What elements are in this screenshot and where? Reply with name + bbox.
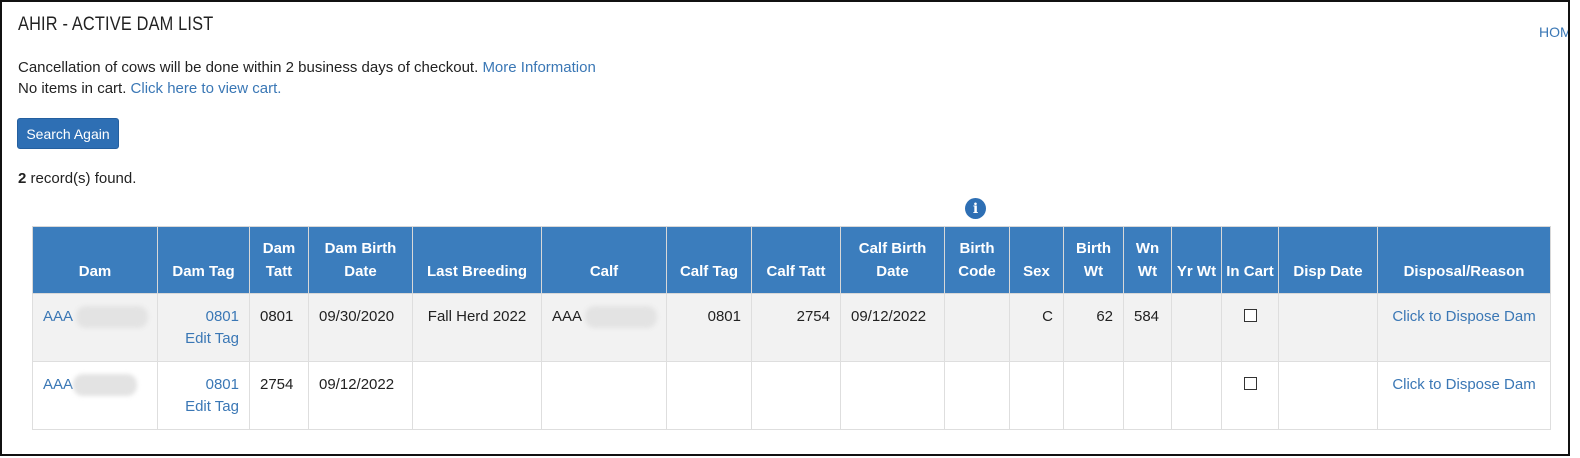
calf-prefix: AAA — [552, 308, 582, 325]
home-link[interactable]: HOME — [1539, 24, 1568, 40]
col-header-disp-date[interactable]: Disp Date — [1278, 226, 1378, 294]
table-row: AAA 0801 Edit Tag 2754 09/12/2022 Click t… — [32, 361, 1551, 430]
dam-tatt-cell: 2754 — [249, 361, 309, 430]
col-header-dam[interactable]: Dam — [32, 226, 158, 294]
more-information-link[interactable]: More Information — [482, 59, 595, 76]
birth-code-cell — [944, 293, 1010, 362]
dam-link[interactable]: AAA — [43, 374, 138, 396]
cart-status-text: No items in cart. — [18, 80, 127, 97]
col-header-calf[interactable]: Calf — [541, 226, 667, 294]
table-header: Dam Dam Tag Dam Tatt Dam Birth Date Last… — [32, 226, 1551, 294]
redacted-dam-id — [76, 306, 149, 328]
edit-tag-link[interactable]: Edit Tag — [185, 398, 239, 415]
col-header-birth-wt[interactable]: Birth Wt — [1063, 226, 1124, 294]
table-row: AAA 0801 Edit Tag 0801 09/30/2020 Fall He… — [32, 293, 1551, 362]
calf-tatt-cell — [751, 361, 841, 430]
in-cart-cell — [1221, 293, 1279, 362]
dam-cell[interactable]: AAA — [32, 293, 158, 362]
col-header-sex[interactable]: Sex — [1009, 226, 1064, 294]
calf-cell: AAA — [541, 293, 667, 362]
disp-date-cell — [1278, 293, 1378, 362]
calf-tag-cell: 0801 — [666, 293, 752, 362]
last-breeding-cell — [412, 361, 542, 430]
redacted-dam-id — [73, 374, 138, 396]
in-cart-checkbox[interactable] — [1243, 309, 1257, 323]
in-cart-cell — [1221, 361, 1279, 430]
page-title: AHIR - ACTIVE DAM LIST — [18, 14, 214, 35]
edit-tag-link[interactable]: Edit Tag — [185, 330, 239, 347]
col-header-wn-wt[interactable]: Wn Wt — [1123, 226, 1172, 294]
redacted-calf-id — [585, 306, 658, 328]
col-header-last-breeding[interactable]: Last Breeding — [412, 226, 542, 294]
calf-cell — [541, 361, 667, 430]
birth-wt-cell: 62 — [1063, 293, 1124, 362]
dam-prefix: AAA — [43, 376, 74, 393]
dispose-dam-link[interactable]: Click to Dispose Dam — [1392, 308, 1535, 325]
search-again-button[interactable]: Search Again — [17, 118, 119, 149]
dam-table: Dam Dam Tag Dam Tatt Dam Birth Date Last… — [32, 226, 1551, 430]
col-header-birth-code[interactable]: Birth Code — [944, 226, 1010, 294]
dam-tag-link[interactable]: 0801 — [206, 376, 239, 393]
dam-cell[interactable]: AAA — [32, 361, 158, 430]
dam-birth-date-cell: 09/30/2020 — [308, 293, 413, 362]
records-count: 2 — [18, 170, 27, 187]
col-header-dam-tatt[interactable]: Dam Tatt — [249, 226, 309, 294]
col-header-calf-birth-date[interactable]: Calf Birth Date — [840, 226, 945, 294]
dam-tag-cell: 0801 Edit Tag — [157, 361, 250, 430]
calf-tag-cell — [666, 361, 752, 430]
dam-link[interactable]: AAA — [43, 306, 149, 328]
yr-wt-cell — [1171, 361, 1222, 430]
cart-notice: No items in cart. Click here to view car… — [18, 80, 281, 97]
cancellation-notice: Cancellation of cows will be done within… — [18, 59, 596, 76]
records-suffix: record(s) found. — [30, 170, 137, 187]
dam-tag-link[interactable]: 0801 — [206, 308, 239, 325]
birth-wt-cell — [1063, 361, 1124, 430]
view-cart-link[interactable]: Click here to view cart. — [131, 80, 282, 97]
col-header-in-cart[interactable]: In Cart — [1221, 226, 1279, 294]
dam-prefix: AAA — [43, 308, 73, 325]
wn-wt-cell — [1123, 361, 1172, 430]
calf-birth-date-cell: 09/12/2022 — [840, 293, 945, 362]
records-found: 2 record(s) found. — [18, 170, 136, 187]
dam-tatt-cell: 0801 — [249, 293, 309, 362]
in-cart-checkbox[interactable] — [1243, 377, 1257, 391]
yr-wt-cell — [1171, 293, 1222, 362]
col-header-calf-tatt[interactable]: Calf Tatt — [751, 226, 841, 294]
calf-tatt-cell: 2754 — [751, 293, 841, 362]
disp-date-cell — [1278, 361, 1378, 430]
last-breeding-cell: Fall Herd 2022 — [412, 293, 542, 362]
col-header-dam-birth-date[interactable]: Dam Birth Date — [308, 226, 413, 294]
col-header-disposal-reason[interactable]: Disposal/Reason — [1377, 226, 1551, 294]
disposal-cell: Click to Dispose Dam — [1377, 361, 1551, 430]
calf-birth-date-cell — [840, 361, 945, 430]
col-header-dam-tag[interactable]: Dam Tag — [157, 226, 250, 294]
cancellation-text: Cancellation of cows will be done within… — [18, 59, 479, 76]
dam-birth-date-cell: 09/12/2022 — [308, 361, 413, 430]
sex-cell — [1009, 361, 1064, 430]
birth-code-cell — [944, 361, 1010, 430]
col-header-yr-wt[interactable]: Yr Wt — [1171, 226, 1222, 294]
info-icon[interactable]: i — [965, 198, 986, 219]
dispose-dam-link[interactable]: Click to Dispose Dam — [1392, 376, 1535, 393]
wn-wt-cell: 584 — [1123, 293, 1172, 362]
col-header-calf-tag[interactable]: Calf Tag — [666, 226, 752, 294]
disposal-cell: Click to Dispose Dam — [1377, 293, 1551, 362]
dam-tag-cell: 0801 Edit Tag — [157, 293, 250, 362]
page-frame: AHIR - ACTIVE DAM LIST HOME Cancellation… — [0, 0, 1570, 456]
sex-cell: C — [1009, 293, 1064, 362]
